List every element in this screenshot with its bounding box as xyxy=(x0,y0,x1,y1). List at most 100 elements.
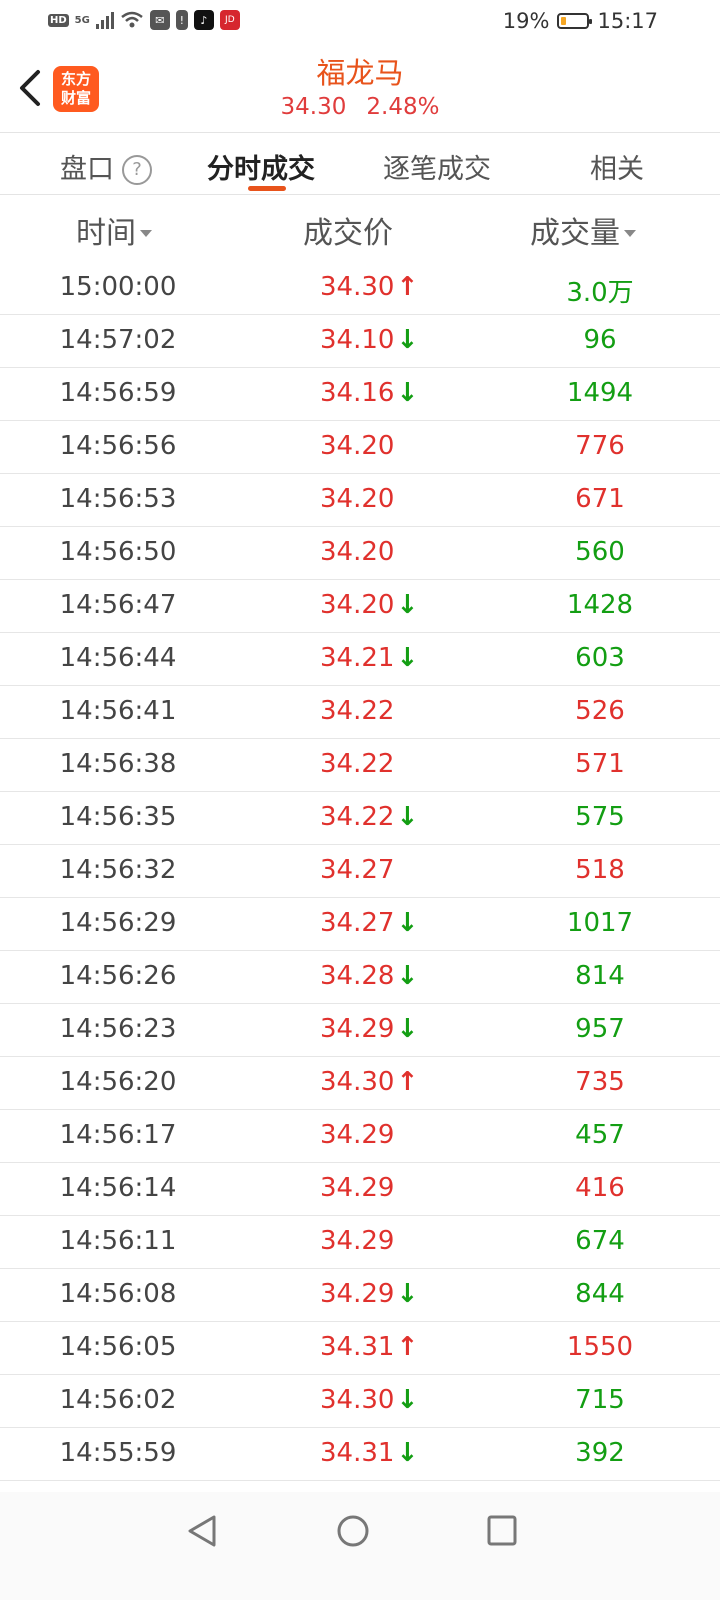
trade-row: 14:56:26 34.28↓ 814 xyxy=(0,951,720,1004)
trade-volume: 1494 xyxy=(566,378,634,408)
trade-row: 14:56:32 34.27 518 xyxy=(0,845,720,898)
trade-time: 14:56:59 xyxy=(59,378,177,408)
news-app-icon: JD xyxy=(219,10,240,30)
trade-price-cell: 34.29↓ xyxy=(320,1279,418,1309)
trade-price-cell: 34.30↓ xyxy=(320,1385,418,1415)
trade-time: 14:56:26 xyxy=(59,961,177,991)
nav-home-button[interactable] xyxy=(336,1514,370,1552)
arrow-down-icon: ↓ xyxy=(396,1385,419,1415)
trade-volume: 526 xyxy=(575,696,625,726)
trade-price-cell: 34.20↓ xyxy=(320,590,418,620)
trade-volume: 844 xyxy=(575,1279,625,1309)
clock: 15:17 xyxy=(597,9,658,33)
trade-time: 14:56:38 xyxy=(59,749,177,779)
nav-recents-button[interactable] xyxy=(486,1514,518,1552)
trade-row: 14:56:02 34.30↓ 715 xyxy=(0,1375,720,1428)
back-triangle-icon xyxy=(188,1515,216,1547)
trade-volume: 674 xyxy=(575,1226,625,1256)
trade-price-cell: 34.22 xyxy=(320,749,394,779)
trade-price-cell: 34.28↓ xyxy=(320,961,418,991)
trade-price-cell: 34.20 xyxy=(320,431,394,461)
header-volume-label: 成交量 xyxy=(530,216,620,251)
trade-price-cell: 34.31↑ xyxy=(320,1332,418,1362)
trade-price: 34.31 xyxy=(320,1332,395,1362)
tab-tick-trades[interactable]: 逐笔成交 xyxy=(383,147,491,186)
trade-time: 14:56:14 xyxy=(59,1173,177,1203)
trade-volume: 957 xyxy=(575,1014,625,1044)
trade-time: 14:56:53 xyxy=(59,484,177,514)
arrow-down-icon: ↓ xyxy=(396,1014,419,1044)
notification-icon: ✉ xyxy=(149,10,170,30)
trade-price: 34.10 xyxy=(320,325,395,355)
trade-price: 34.27 xyxy=(320,908,395,938)
trade-row: 14:56:11 34.29 674 xyxy=(0,1216,720,1269)
trade-price-cell: 34.10↓ xyxy=(320,325,418,355)
trade-price-cell: 34.22 xyxy=(320,696,394,726)
arrow-down-icon: ↓ xyxy=(396,1279,419,1309)
trade-row: 14:57:02 34.10↓ 96 xyxy=(0,315,720,368)
status-icons-right: 19% 15:17 xyxy=(503,9,658,33)
stock-price: 34.30 xyxy=(280,94,347,120)
trade-row: 15:00:00 34.30↑ 3.0万 xyxy=(0,262,720,315)
trade-time: 14:56:44 xyxy=(59,643,177,673)
trade-volume: 392 xyxy=(575,1438,625,1468)
trade-volume: 735 xyxy=(575,1067,625,1097)
trade-row: 14:56:14 34.29 416 xyxy=(0,1163,720,1216)
wifi-icon xyxy=(121,11,143,28)
tiktok-icon: ♪ xyxy=(193,10,214,30)
tab-label: 逐笔成交 xyxy=(383,154,491,185)
trade-volume: 3.0万 xyxy=(566,278,634,308)
tab-time-trades[interactable]: 分时成交 xyxy=(207,147,315,186)
stock-quote: 34.30 2.48% xyxy=(0,94,720,120)
stock-change-pct: 2.48% xyxy=(366,94,440,120)
column-headers: 时间 成交价 成交量 xyxy=(0,196,720,262)
trade-price-cell: 34.29 xyxy=(320,1120,394,1150)
trade-price-cell: 34.16↓ xyxy=(320,378,418,408)
trade-time: 14:56:11 xyxy=(59,1226,177,1256)
nav-back-button[interactable] xyxy=(186,1514,218,1552)
trade-time: 14:57:02 xyxy=(59,325,177,355)
trade-price: 34.20 xyxy=(320,537,395,567)
trade-row: 14:56:47 34.20↓ 1428 xyxy=(0,580,720,633)
trade-volume: 96 xyxy=(583,325,617,355)
arrow-down-icon: ↓ xyxy=(396,908,419,938)
trade-time: 14:56:50 xyxy=(59,537,177,567)
trade-price-cell: 34.27↓ xyxy=(320,908,418,938)
arrow-up-icon: ↑ xyxy=(396,272,419,302)
status-icons-left: HD 5G ✉ ! ♪ JD xyxy=(48,10,240,30)
trade-time: 14:56:02 xyxy=(59,1385,177,1415)
tab-related[interactable]: 相关 xyxy=(590,147,644,186)
arrow-up-icon: ↑ xyxy=(396,1067,419,1097)
home-circle-icon xyxy=(337,1515,369,1547)
trade-time: 14:56:29 xyxy=(59,908,177,938)
trade-volume: 671 xyxy=(575,484,625,514)
trade-volume: 575 xyxy=(575,802,625,832)
arrow-down-icon: ↓ xyxy=(396,1438,419,1468)
stock-header: 东方 财富 福龙马 34.30 2.48% xyxy=(0,46,720,133)
trade-row: 14:56:05 34.31↑ 1550 xyxy=(0,1322,720,1375)
header-price-label: 成交价 xyxy=(303,216,393,251)
header-price: 成交价 xyxy=(303,208,393,252)
trade-volume: 814 xyxy=(575,961,625,991)
trade-row: 14:56:44 34.21↓ 603 xyxy=(0,633,720,686)
battery-level xyxy=(561,17,567,25)
header-time[interactable]: 时间 xyxy=(76,208,152,252)
trade-volume: 603 xyxy=(575,643,625,673)
trade-time: 14:56:56 xyxy=(59,431,177,461)
trade-price: 34.31 xyxy=(320,1438,395,1468)
tab-order-book[interactable]: 盘口? xyxy=(60,147,152,186)
trade-list[interactable]: 15:00:00 34.30↑ 3.0万 14:57:02 34.10↓ 96 14:56:… xyxy=(0,262,720,1534)
trade-price-cell: 34.20 xyxy=(320,537,394,567)
trade-price-cell: 34.29 xyxy=(320,1226,394,1256)
arrow-down-icon: ↓ xyxy=(396,961,419,991)
trade-volume: 776 xyxy=(575,431,625,461)
sort-caret-icon xyxy=(624,230,636,237)
help-icon[interactable]: ? xyxy=(122,155,152,185)
trade-price: 34.22 xyxy=(320,696,395,726)
header-volume[interactable]: 成交量 xyxy=(530,208,636,252)
trade-price: 34.30 xyxy=(320,1067,395,1097)
trade-time: 15:00:00 xyxy=(59,272,177,302)
trade-row: 14:56:08 34.29↓ 844 xyxy=(0,1269,720,1322)
trade-row: 14:56:59 34.16↓ 1494 xyxy=(0,368,720,421)
sort-caret-icon xyxy=(140,230,152,237)
